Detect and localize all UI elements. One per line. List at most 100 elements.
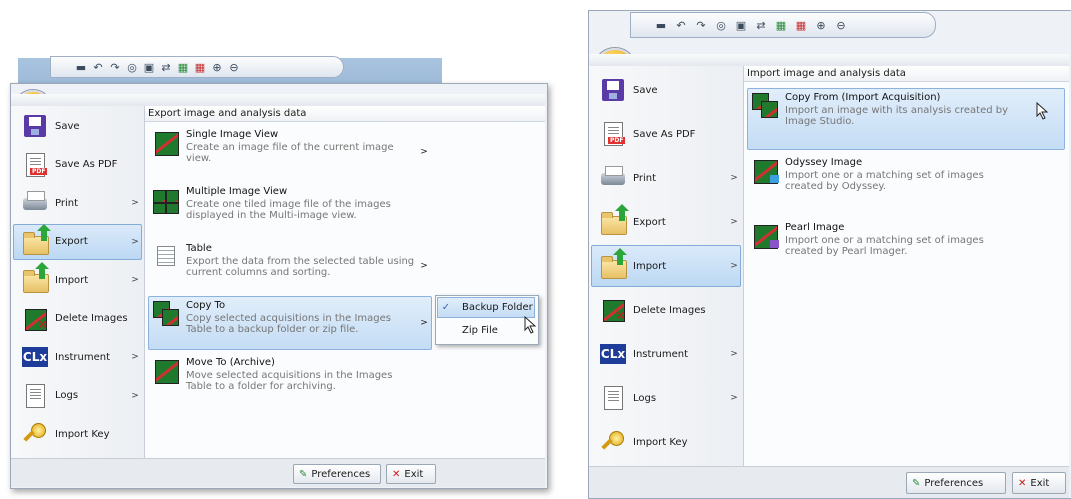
- menu-item-save-as-pdf[interactable]: PDF Save As PDF: [591, 113, 741, 155]
- odyssey-image-icon: [751, 157, 779, 184]
- submenu-item-description: Import one or a matching set of images c…: [785, 170, 984, 192]
- submenu-item-title: Odyssey Image: [785, 157, 863, 168]
- flyout-item-label: Backup Folder: [462, 302, 533, 313]
- flyout-item-backup-folder[interactable]: ✓ Backup Folder: [437, 297, 535, 318]
- export-folder-icon: [600, 204, 629, 235]
- menu-item-label: Save: [633, 84, 658, 96]
- undo-icon[interactable]: ↶: [92, 61, 104, 74]
- exit-icon: ✕: [1018, 477, 1027, 489]
- exit-label: Exit: [404, 468, 424, 480]
- left-screenshot: ▬ ↶ ↷ ◎ ▣ ⇄ ▦ ▦ ⊕ ⊖ IS SavePDFSave As PD…: [0, 0, 560, 497]
- logs-icon: [600, 385, 626, 411]
- zoom-in-icon[interactable]: ⊕: [211, 61, 223, 74]
- import-folder-icon: [600, 248, 627, 279]
- redo-icon[interactable]: ↷: [109, 61, 121, 74]
- flip-icon[interactable]: ⇄: [160, 61, 172, 74]
- submenu-item-copy-from-import-acquisition[interactable]: Copy From (Import Acquisition) Import an …: [747, 88, 1065, 150]
- redo-icon[interactable]: ↷: [695, 19, 707, 32]
- image-icon[interactable]: ▦: [775, 19, 787, 32]
- menu-item-import[interactable]: Import >: [13, 262, 142, 298]
- submenu-item-table[interactable]: Table Export the data from the selected t…: [148, 239, 432, 293]
- submenu-arrow-icon: [417, 183, 431, 235]
- submenu-item-title: Single Image View: [186, 129, 279, 140]
- menu-item-label: Export: [55, 236, 88, 247]
- menu-item-export[interactable]: Export >: [13, 223, 142, 260]
- menu-item-logs[interactable]: Logs >: [591, 377, 741, 419]
- printer-icon: [22, 190, 48, 216]
- menu-item-save[interactable]: Save: [13, 108, 142, 144]
- undo-icon[interactable]: ↶: [675, 19, 687, 32]
- submenu-header: Import image and analysis data: [744, 66, 1069, 82]
- submenu-item-title: Table: [186, 243, 212, 254]
- quick-access-toolbar: ▬ ↶ ↷ ◎ ▣ ⇄ ▦ ▦ ⊕ ⊖: [630, 12, 936, 38]
- menu-item-label: Logs: [633, 392, 657, 404]
- menu-item-print[interactable]: Print >: [13, 185, 142, 221]
- menu-item-save[interactable]: Save: [591, 69, 741, 111]
- single-image-view-icon: [152, 129, 180, 156]
- display-mode-icon[interactable]: ▣: [735, 19, 747, 32]
- menu-item-save-as-pdf[interactable]: PDF Save As PDF: [13, 147, 142, 183]
- mouse-cursor-icon: [1036, 102, 1049, 120]
- submenu-arrow-icon: >: [730, 349, 738, 359]
- flip-icon[interactable]: ⇄: [755, 19, 767, 32]
- table-icon: [152, 243, 180, 269]
- camera-icon[interactable]: ◎: [715, 19, 727, 32]
- submenu-header: Export image and analysis data: [145, 106, 545, 122]
- menu-item-delete-images[interactable]: ✕ Delete Images: [13, 301, 142, 337]
- preferences-button[interactable]: ✎ Preferences: [293, 464, 381, 484]
- menu-item-logs[interactable]: Logs >: [13, 378, 142, 414]
- save-icon[interactable]: ▬: [655, 19, 667, 32]
- menu-item-instrument[interactable]: CLx Instrument >: [13, 339, 142, 375]
- submenu-item-pearl-image[interactable]: Pearl Image Import one or a matching set …: [747, 218, 1065, 280]
- flyout-item-zip-file[interactable]: Zip File: [437, 320, 535, 341]
- submenu-item-move-to-archive[interactable]: Move To (Archive) Move selected acquisiti…: [148, 353, 432, 407]
- image-icon[interactable]: ▦: [177, 61, 189, 74]
- menu-item-label: Export: [633, 216, 666, 228]
- submenu-arrow-icon: >: [131, 390, 139, 401]
- zoom-out-icon[interactable]: ⊖: [835, 19, 847, 32]
- save-icon: [600, 77, 626, 103]
- mouse-cursor-icon: [524, 316, 537, 334]
- export-folder-icon: [22, 223, 51, 255]
- submenu-item-title: Pearl Image: [785, 222, 845, 233]
- submenu-item-description: Export the data from the selected table …: [186, 256, 415, 278]
- submenu-arrow-icon: >: [420, 318, 428, 328]
- exit-button[interactable]: ✕ Exit: [386, 464, 436, 484]
- submenu-arrow-icon: >: [131, 236, 139, 247]
- submenu-item-single-image-view[interactable]: Single Image View Create an image file of…: [148, 125, 432, 179]
- display-mode-icon[interactable]: ▣: [143, 61, 155, 74]
- submenu-item-odyssey-image[interactable]: Odyssey Image Import one or a matching se…: [747, 153, 1065, 215]
- multi-image-icon[interactable]: ▦: [795, 19, 807, 32]
- submenu-arrow-icon: >: [730, 393, 738, 403]
- key-icon: [22, 421, 48, 447]
- submenu-item-description: Move selected acquisitions in the Images…: [186, 370, 393, 392]
- submenu-item-multiple-image-view[interactable]: Multiple Image View Create one tiled imag…: [148, 182, 432, 236]
- submenu-arrow-icon: >: [730, 217, 738, 227]
- zoom-in-icon[interactable]: ⊕: [815, 19, 827, 32]
- submenu-item-copy-to[interactable]: Copy To Copy selected acquisitions in the…: [148, 296, 432, 350]
- zoom-out-icon[interactable]: ⊖: [228, 61, 240, 74]
- exit-label: Exit: [1030, 477, 1050, 489]
- exit-button[interactable]: ✕ Exit: [1012, 472, 1066, 494]
- copy-from-icon: [751, 92, 779, 118]
- submenu-arrow-icon: >: [730, 173, 738, 183]
- menu-item-delete-images[interactable]: ✕ Delete Images: [591, 289, 741, 331]
- menu-item-label: Print: [633, 172, 657, 184]
- submenu-item-title: Multiple Image View: [186, 186, 288, 197]
- menu-item-import[interactable]: Import >: [591, 245, 741, 287]
- menu-item-export[interactable]: Export >: [591, 201, 741, 243]
- menu-item-label: Import Key: [55, 428, 110, 440]
- save-icon[interactable]: ▬: [75, 61, 87, 74]
- menu-item-print[interactable]: Print >: [591, 157, 741, 199]
- camera-icon[interactable]: ◎: [126, 61, 138, 74]
- menu-item-import-key[interactable]: Import Key: [591, 421, 741, 463]
- submenu-arrow-icon: >: [131, 198, 139, 208]
- preferences-button[interactable]: ✎ Preferences: [906, 472, 1006, 494]
- menu-item-import-key[interactable]: Import Key: [13, 416, 142, 452]
- pearl-image-icon: [751, 222, 779, 249]
- multi-image-icon[interactable]: ▦: [194, 61, 206, 74]
- menu-item-instrument[interactable]: CLx Instrument >: [591, 333, 741, 375]
- menu-item-label: Instrument: [55, 351, 111, 363]
- bottom-bar: [11, 458, 545, 487]
- instrument-clx-icon: CLx: [600, 341, 626, 367]
